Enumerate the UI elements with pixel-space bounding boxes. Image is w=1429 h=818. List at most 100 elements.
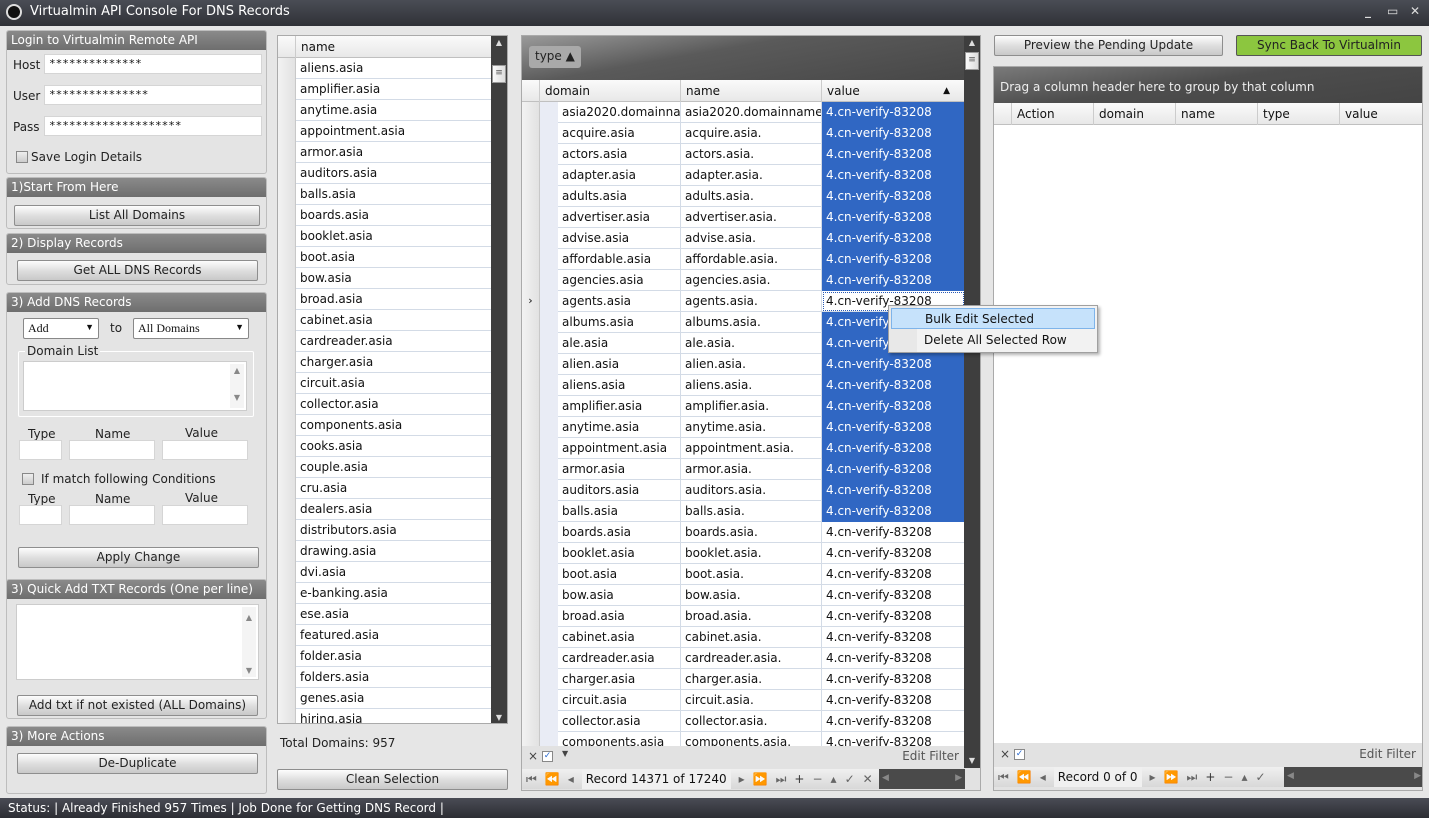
- record-value-cell[interactable]: 4.cn-verify-83208: [822, 249, 965, 270]
- column-header-type[interactable]: type: [1258, 103, 1340, 125]
- record-domain-cell[interactable]: asia2020.domainna...: [558, 102, 681, 123]
- row-selector[interactable]: [278, 394, 296, 415]
- record-domain-cell[interactable]: broad.asia: [558, 606, 681, 627]
- record-value-cell[interactable]: 4.cn-verify-83208: [822, 396, 965, 417]
- add-txt-button[interactable]: Add txt if not existed (ALL Domains): [17, 695, 258, 716]
- row-selector[interactable]: [522, 585, 540, 606]
- domain-list-row[interactable]: appointment.asia: [278, 121, 491, 142]
- record-value-cell[interactable]: 4.cn-verify-83208: [822, 270, 965, 291]
- column-header-name[interactable]: name: [681, 80, 822, 102]
- last-record-icon[interactable]: ⏭: [776, 769, 787, 789]
- record-value-cell[interactable]: 4.cn-verify-83208: [822, 165, 965, 186]
- record-domain-cell[interactable]: cardreader.asia: [558, 648, 681, 669]
- maximize-button[interactable]: ▭: [1387, 4, 1398, 18]
- record-name-cell[interactable]: acquire.asia.: [681, 123, 822, 144]
- prev-page-icon[interactable]: ⏪: [1017, 767, 1032, 787]
- record-domain-cell[interactable]: agents.asia: [558, 291, 681, 312]
- row-selector[interactable]: [278, 289, 296, 310]
- filter-dropdown-icon[interactable]: ▼: [562, 749, 568, 758]
- row-selector[interactable]: [522, 228, 540, 249]
- row-selector[interactable]: [278, 604, 296, 625]
- domain-list-row[interactable]: circuit.asia: [278, 373, 491, 394]
- record-name-cell[interactable]: adapter.asia.: [681, 165, 822, 186]
- row-selector[interactable]: [522, 312, 540, 333]
- quick-txt-textarea[interactable]: ▲ ▼: [16, 604, 259, 680]
- record-domain-cell[interactable]: adapter.asia: [558, 165, 681, 186]
- record-name-cell[interactable]: albums.asia.: [681, 312, 822, 333]
- close-button[interactable]: ✕: [1410, 4, 1420, 18]
- record-value-cell[interactable]: 4.cn-verify-83208: [822, 459, 965, 480]
- record-domain-cell[interactable]: alien.asia: [558, 354, 681, 375]
- condition-name-input[interactable]: [69, 505, 155, 525]
- row-selector[interactable]: [522, 375, 540, 396]
- record-value-cell[interactable]: 4.cn-verify-83208: [822, 375, 965, 396]
- record-name-cell[interactable]: asia2020.domainname...: [681, 102, 822, 123]
- record-domain-cell[interactable]: advertiser.asia: [558, 207, 681, 228]
- next-record-icon[interactable]: ▸: [1150, 767, 1156, 787]
- records-hscrollbar[interactable]: ◀ ▶: [879, 769, 965, 789]
- column-header-domain[interactable]: domain: [1094, 103, 1176, 125]
- column-header-name[interactable]: name: [296, 36, 491, 58]
- domain-list-row[interactable]: e-banking.asia: [278, 583, 491, 604]
- record-domain-cell[interactable]: circuit.asia: [558, 690, 681, 711]
- record-name-cell[interactable]: balls.asia.: [681, 501, 822, 522]
- record-domain-cell[interactable]: ale.asia: [558, 333, 681, 354]
- scroll-thumb[interactable]: ≡: [492, 65, 506, 83]
- record-name-cell[interactable]: charger.asia.: [681, 669, 822, 690]
- record-domain-cell[interactable]: collector.asia: [558, 711, 681, 732]
- domain-list-row[interactable]: boot.asia: [278, 247, 491, 268]
- record-value-cell[interactable]: 4.cn-verify-83208: [822, 564, 965, 585]
- save-login-checkbox[interactable]: [16, 151, 28, 163]
- record-name-cell[interactable]: advise.asia.: [681, 228, 822, 249]
- pending-hscrollbar[interactable]: ◀ ▶: [1284, 767, 1422, 787]
- record-value-cell[interactable]: 4.cn-verify-83208: [822, 417, 965, 438]
- record-domain-cell[interactable]: components.asia: [558, 732, 681, 746]
- record-row[interactable]: advertiser.asia advertiser.asia. 4.cn-veri…: [522, 207, 965, 228]
- condition-value-input[interactable]: [162, 505, 248, 525]
- domain-list-row[interactable]: components.asia: [278, 415, 491, 436]
- record-domain-cell[interactable]: balls.asia: [558, 501, 681, 522]
- row-selector[interactable]: [522, 732, 540, 746]
- row-selector[interactable]: [278, 520, 296, 541]
- record-value-cell[interactable]: 4.cn-verify-83208: [822, 669, 965, 690]
- domain-list-row[interactable]: armor.asia: [278, 142, 491, 163]
- row-selector[interactable]: [522, 270, 540, 291]
- row-selector[interactable]: [522, 144, 540, 165]
- scroll-left-icon[interactable]: ◀: [882, 773, 889, 783]
- record-domain-cell[interactable]: adults.asia: [558, 186, 681, 207]
- row-selector[interactable]: [278, 58, 296, 79]
- domain-list-row[interactable]: amplifier.asia: [278, 79, 491, 100]
- row-selector[interactable]: [522, 711, 540, 732]
- record-domain-cell[interactable]: acquire.asia: [558, 123, 681, 144]
- next-page-icon[interactable]: ⏩: [753, 769, 768, 789]
- record-name-cell[interactable]: auditors.asia.: [681, 480, 822, 501]
- target-select[interactable]: All Domains ▼: [133, 318, 249, 339]
- record-domain-cell[interactable]: anytime.asia: [558, 417, 681, 438]
- domain-list-row[interactable]: auditors.asia: [278, 163, 491, 184]
- record-name-cell[interactable]: cabinet.asia.: [681, 627, 822, 648]
- domain-list-row[interactable]: genes.asia: [278, 688, 491, 709]
- record-value-cell[interactable]: 4.cn-verify-83208: [822, 228, 965, 249]
- cancel-edit-icon[interactable]: ✕: [863, 769, 873, 789]
- record-row[interactable]: agencies.asia agencies.asia. 4.cn-verify-8…: [522, 270, 965, 291]
- record-row[interactable]: auditors.asia auditors.asia. 4.cn-verify-8…: [522, 480, 965, 501]
- row-selector[interactable]: [278, 688, 296, 709]
- record-domain-cell[interactable]: booklet.asia: [558, 543, 681, 564]
- condition-checkbox[interactable]: [22, 473, 34, 485]
- row-selector[interactable]: [278, 310, 296, 331]
- scroll-down-icon[interactable]: ▼: [964, 754, 980, 768]
- row-selector[interactable]: [522, 249, 540, 270]
- sync-back-button[interactable]: Sync Back To Virtualmin: [1236, 35, 1422, 56]
- record-row[interactable]: bow.asia bow.asia. 4.cn-verify-83208: [522, 585, 965, 606]
- row-selector[interactable]: [278, 415, 296, 436]
- record-domain-cell[interactable]: boot.asia: [558, 564, 681, 585]
- record-value-cell[interactable]: 4.cn-verify-83208: [822, 690, 965, 711]
- preview-pending-update-button[interactable]: Preview the Pending Update: [994, 35, 1223, 56]
- scroll-right-icon[interactable]: ▶: [955, 773, 962, 783]
- clear-filter-icon[interactable]: ×: [528, 749, 538, 763]
- record-name-cell[interactable]: anytime.asia.: [681, 417, 822, 438]
- action-select[interactable]: Add ▼: [23, 318, 99, 339]
- row-selector[interactable]: [522, 417, 540, 438]
- record-value-cell[interactable]: 4.cn-verify-83208: [822, 354, 965, 375]
- record-value-cell[interactable]: 4.cn-verify-83208: [822, 144, 965, 165]
